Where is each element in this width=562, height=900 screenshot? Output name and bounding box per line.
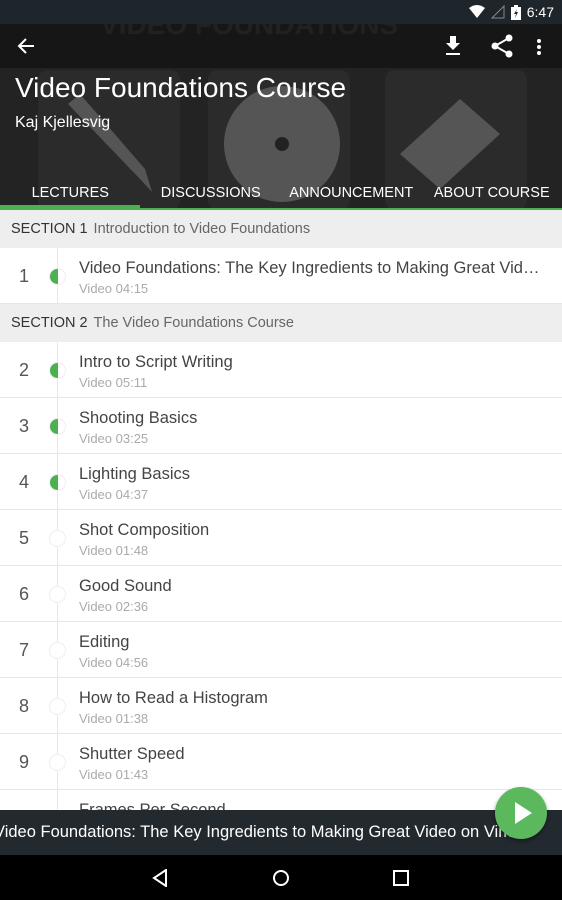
- lecture-number: 1: [18, 266, 29, 286]
- progress-indicator-icon: [49, 362, 66, 379]
- lecture-row[interactable]: 6 Good Sound Video 02:36: [0, 566, 562, 622]
- lecture-title: Editing: [79, 633, 130, 651]
- lecture-number: 8: [18, 696, 29, 716]
- now-playing-bar[interactable]: Video Foundations: The Key Ingredients t…: [0, 810, 562, 855]
- lecture-meta: Video 04:15: [79, 281, 149, 296]
- progress-indicator-icon: [49, 642, 66, 659]
- lecture-meta: Video 04:56: [79, 655, 149, 670]
- section-number: SECTION 2: [11, 315, 88, 331]
- lecture-title: Good Sound: [79, 577, 172, 595]
- course-header: VIDEO FOUNDATIONS Video Foundations Cour…: [0, 24, 562, 210]
- progress-indicator-icon: [49, 698, 66, 715]
- lecture-row[interactable]: 7 Editing Video 04:56: [0, 622, 562, 678]
- lecture-meta: Video 04:37: [79, 487, 149, 502]
- lecture-row[interactable]: 9 Shutter Speed Video 01:43: [0, 734, 562, 790]
- system-nav-bar: [0, 855, 562, 900]
- lecture-meta: Video 01:43: [79, 767, 149, 782]
- back-nav-icon[interactable]: [152, 869, 168, 887]
- progress-indicator-icon: [49, 586, 66, 603]
- battery-charging-icon: [510, 4, 521, 20]
- now-playing-title: Video Foundations: The Key Ingredients t…: [0, 823, 531, 841]
- lecture-title: Video Foundations: The Key Ingredients t…: [79, 259, 547, 277]
- lecture-title: How to Read a Histogram: [79, 689, 268, 707]
- lecture-title: Shooting Basics: [79, 409, 198, 427]
- tab-announcement[interactable]: ANNOUNCEMENT: [281, 184, 422, 210]
- share-icon[interactable]: [490, 34, 514, 58]
- tab-about-course[interactable]: ABOUT COURSE: [422, 184, 562, 210]
- lecture-row[interactable]: 8 How to Read a Histogram Video 01:38: [0, 678, 562, 734]
- lecture-number: 2: [18, 360, 29, 380]
- lecture-row[interactable]: 2 Intro to Script Writing Video 05:11: [0, 342, 562, 398]
- signal-icon: [490, 5, 505, 19]
- progress-indicator-icon: [49, 530, 66, 547]
- play-icon: [515, 802, 532, 824]
- lecture-row[interactable]: 1 Video Foundations: The Key Ingredients…: [0, 248, 562, 304]
- lecture-title: Shot Composition: [79, 521, 210, 539]
- status-time: 6:47: [526, 4, 554, 20]
- play-button[interactable]: [495, 787, 547, 839]
- download-icon[interactable]: [445, 36, 461, 56]
- lecture-meta: Video 03:25: [79, 431, 149, 446]
- course-author: Kaj Kjellesvig: [15, 114, 111, 131]
- section-header: SECTION 1 Introduction to Video Foundatio…: [0, 210, 562, 248]
- lecture-meta: Video 05:11: [79, 375, 148, 390]
- lecture-number: 3: [18, 416, 29, 436]
- wifi-icon: [468, 5, 485, 18]
- progress-indicator-icon: [49, 268, 66, 285]
- lecture-meta: Video 01:48: [79, 543, 149, 558]
- progress-indicator-icon: [49, 474, 66, 491]
- lecture-title: Intro to Script Writing: [79, 353, 233, 371]
- course-title: Video Foundations Course: [15, 72, 347, 103]
- lecture-number: 5: [18, 528, 29, 548]
- lecture-number: 4: [18, 472, 29, 492]
- toolbar: [0, 24, 562, 68]
- lecture-number: 7: [18, 640, 29, 660]
- lecture-row[interactable]: 5 Shot Composition Video 01:48: [0, 510, 562, 566]
- section-number: SECTION 1: [11, 221, 88, 237]
- lecture-row[interactable]: 4 Lighting Basics Video 04:37: [0, 454, 562, 510]
- progress-indicator-icon: [49, 754, 66, 771]
- home-nav-icon[interactable]: [272, 869, 290, 887]
- back-icon[interactable]: [17, 37, 35, 55]
- more-vert-icon[interactable]: [536, 38, 542, 56]
- status-bar: 6:47: [0, 0, 562, 24]
- lecture-meta: Video 01:38: [79, 711, 149, 726]
- lecture-title: Shutter Speed: [79, 745, 185, 763]
- lecture-number: 9: [18, 752, 29, 772]
- recents-nav-icon[interactable]: [393, 870, 409, 886]
- section-title: The Video Foundations Course: [93, 315, 294, 331]
- progress-indicator-icon: [49, 418, 66, 435]
- lecture-number: 6: [18, 584, 29, 604]
- lecture-row[interactable]: 3 Shooting Basics Video 03:25: [0, 398, 562, 454]
- section-title: Introduction to Video Foundations: [93, 221, 311, 237]
- tab-discussions[interactable]: DISCUSSIONS: [141, 184, 282, 210]
- lecture-list[interactable]: SECTION 1 Introduction to Video Foundatio…: [0, 210, 562, 846]
- lecture-meta: Video 02:36: [79, 599, 149, 614]
- section-header: SECTION 2 The Video Foundations Course: [0, 304, 562, 342]
- lecture-title: Lighting Basics: [79, 465, 190, 483]
